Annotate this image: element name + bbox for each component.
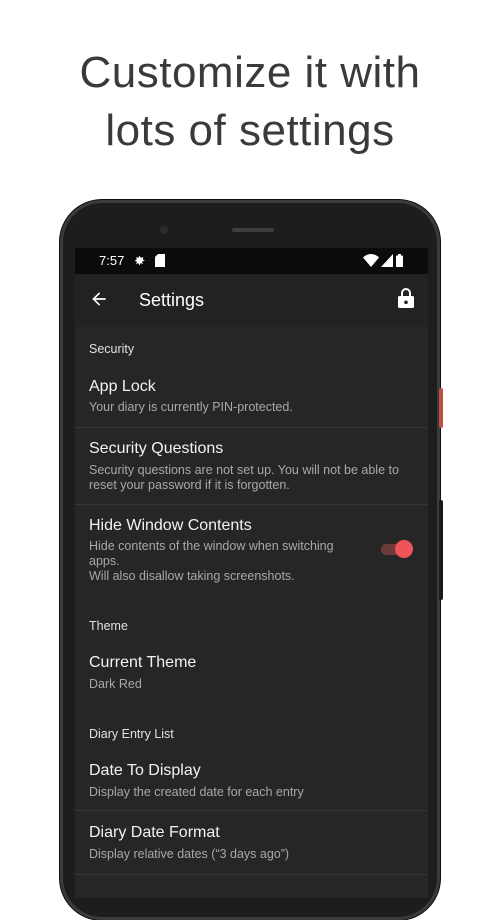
volume-button xyxy=(439,500,443,600)
category-header-diary-entry-list: Diary Entry List xyxy=(89,727,174,741)
pref-title: Date To Display xyxy=(89,762,201,779)
pref-summary: Display the created date for each entry xyxy=(89,785,304,799)
back-arrow-icon[interactable] xyxy=(89,289,109,309)
pref-app-lock[interactable]: App Lock Your diary is currently PIN-pro… xyxy=(75,370,428,428)
signal-icon xyxy=(381,254,393,267)
power-button xyxy=(439,388,443,428)
status-time: 7:57 xyxy=(99,253,125,268)
pref-security-questions[interactable]: Security Questions Security questions ar… xyxy=(75,428,428,504)
pref-title: Diary Date Format xyxy=(89,824,220,841)
pref-current-theme[interactable]: Current Theme Dark Red xyxy=(75,644,428,706)
hide-window-contents-switch[interactable] xyxy=(381,540,413,558)
camera-icon xyxy=(160,226,168,234)
app-bar: Settings xyxy=(75,274,428,326)
headline-line-2: lots of settings xyxy=(105,106,395,155)
switch-thumb xyxy=(395,540,413,558)
gear-icon xyxy=(135,256,145,265)
pref-date-to-display[interactable]: Date To Display Display the created date… xyxy=(75,752,428,810)
category-header-theme: Theme xyxy=(89,619,128,633)
sd-card-icon xyxy=(155,254,165,267)
headline-line-1: Customize it with xyxy=(79,48,421,97)
pref-title: App Lock xyxy=(89,378,156,395)
headline: Customize it with lots of settings xyxy=(0,44,500,160)
phone-screen: 7:57 Settings Security App Lock Your dia… xyxy=(75,248,428,898)
speaker-grille xyxy=(232,228,274,232)
pref-diary-date-format[interactable]: Diary Date Format Display relative dates… xyxy=(75,811,428,873)
pref-summary: Your diary is currently PIN-protected. xyxy=(89,400,293,414)
pref-summary: Dark Red xyxy=(89,677,142,691)
divider xyxy=(75,874,428,875)
wifi-icon xyxy=(363,254,379,267)
pref-title: Security Questions xyxy=(89,440,224,457)
pref-summary: Hide contents of the window when switchi… xyxy=(89,539,334,583)
pref-summary: Display relative dates (“3 days ago”) xyxy=(89,847,290,861)
category-header-security: Security xyxy=(89,342,135,356)
status-bar: 7:57 xyxy=(75,248,428,274)
page-title: Settings xyxy=(139,290,205,310)
pref-title: Current Theme xyxy=(89,654,197,671)
pref-summary: Security questions are not set up. You w… xyxy=(89,463,399,492)
pref-hide-window-contents[interactable]: Hide Window Contents Hide contents of th… xyxy=(75,505,428,595)
lock-icon[interactable] xyxy=(397,287,415,309)
battery-icon xyxy=(396,254,403,267)
pref-title: Hide Window Contents xyxy=(89,517,252,534)
